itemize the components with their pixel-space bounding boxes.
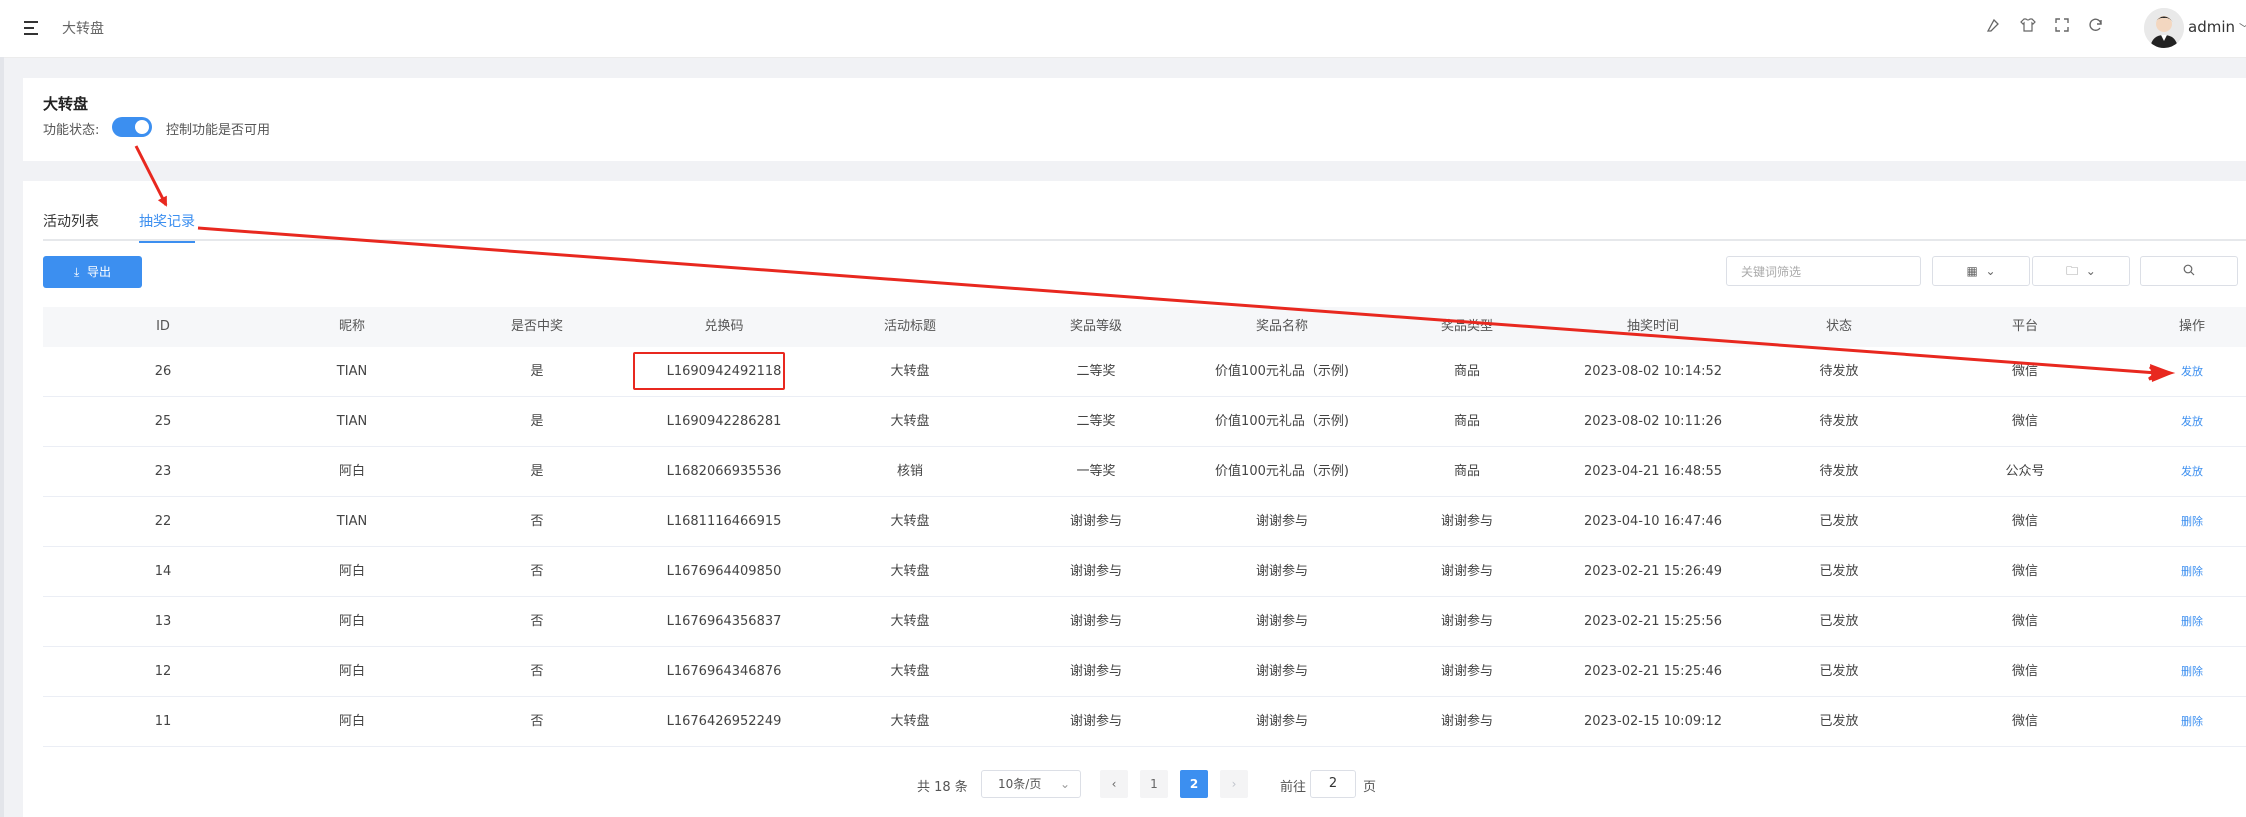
- annotation-arrow-tab-to-action: [197, 226, 2176, 381]
- annotation-arrows: [134, 145, 2176, 382]
- annotation-arrow-head: [2150, 364, 2174, 382]
- annotation-arrow-toggle-to-tab: [134, 145, 168, 207]
